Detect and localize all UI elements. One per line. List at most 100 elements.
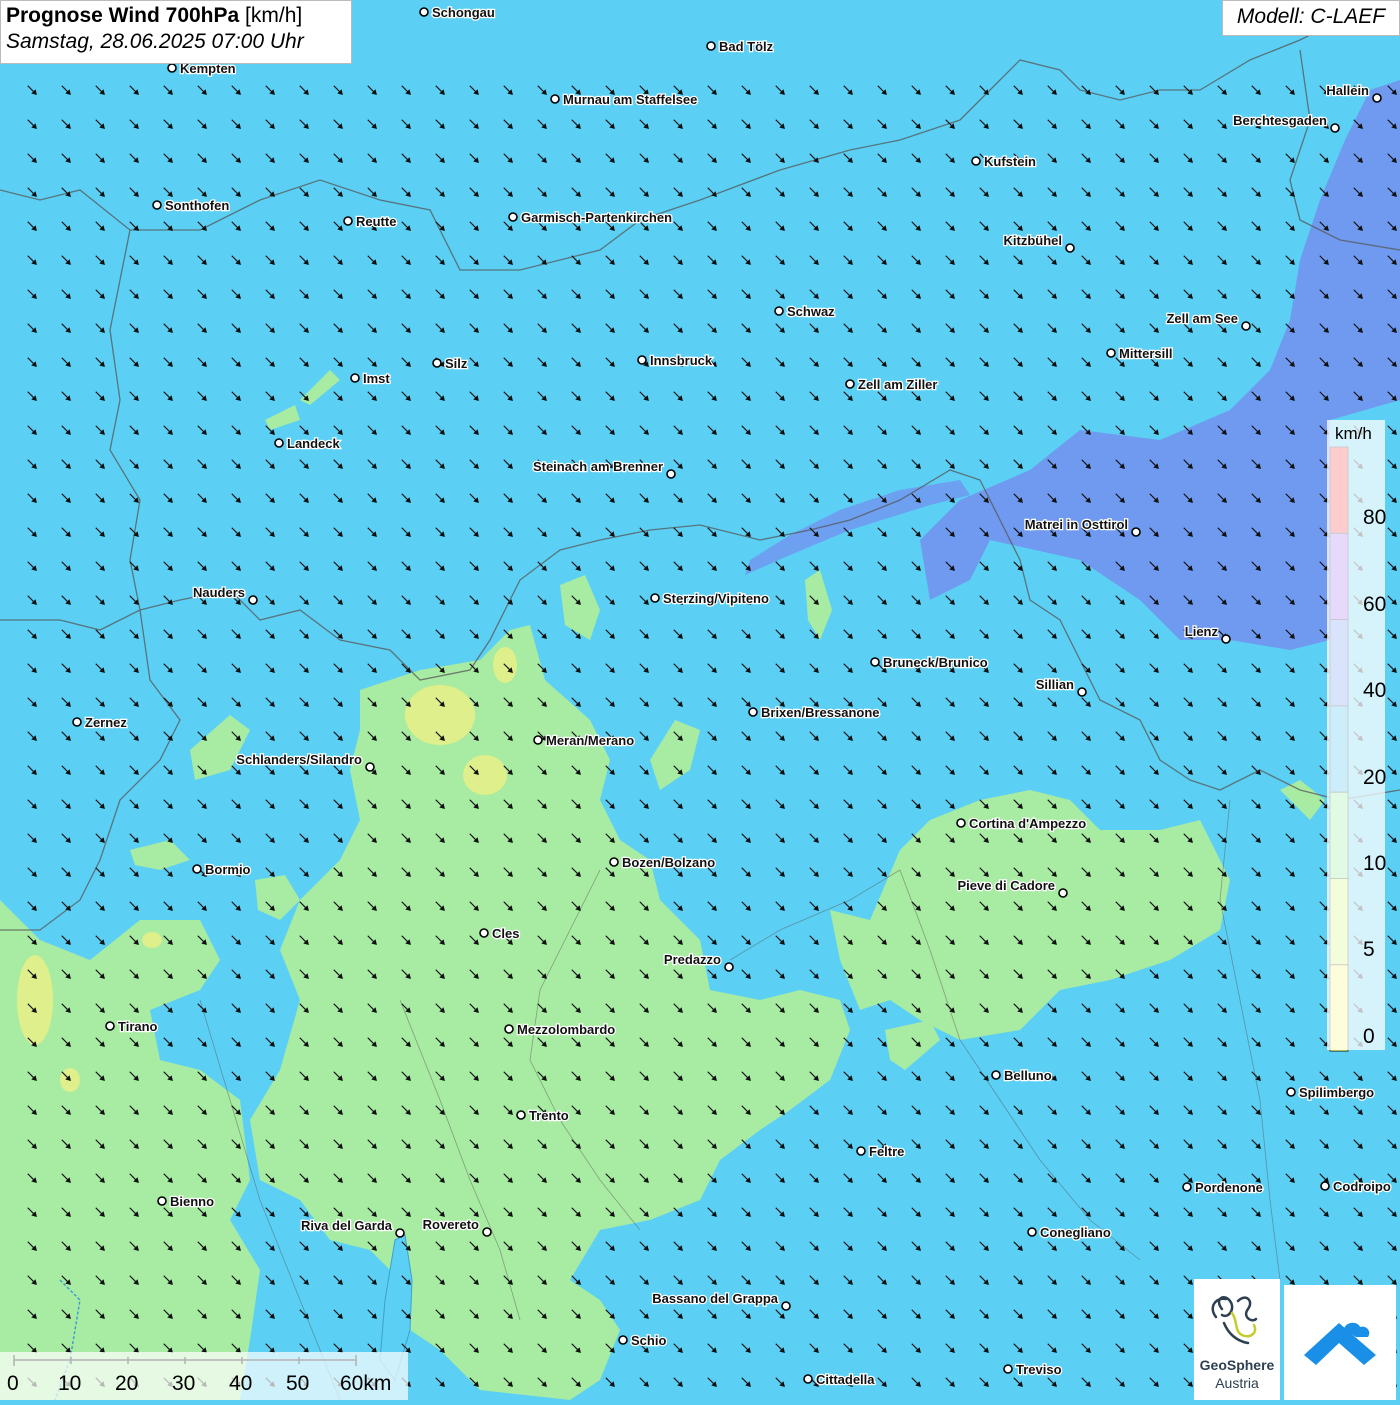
city-label: Imst — [363, 371, 390, 386]
scale-label-10: 10 — [58, 1372, 82, 1395]
weather-app-icon — [1304, 1322, 1376, 1365]
city-dot — [105, 1021, 115, 1031]
map-title: Prognose Wind 700hPa [km/h] — [6, 4, 346, 28]
city-label: Meran/Merano — [546, 733, 634, 748]
city-dot — [650, 593, 660, 603]
city-marker: Conegliano — [1027, 1224, 1112, 1241]
scale-label-0: 0 — [7, 1372, 19, 1395]
city-dot — [365, 762, 375, 772]
legend-unit: km/h — [1335, 424, 1372, 443]
city-dot — [991, 1070, 1001, 1080]
city-label: Treviso — [1016, 1362, 1062, 1377]
city-label: Mezzolombardo — [517, 1022, 615, 1037]
city-dot — [1286, 1087, 1296, 1097]
city-label: Pordenone — [1195, 1180, 1263, 1195]
city-label: Silz — [445, 356, 468, 371]
city-dot — [395, 1228, 405, 1238]
city-marker: Murnau am Staffelsee — [550, 91, 699, 108]
city-dot — [419, 7, 429, 17]
city-dot — [870, 657, 880, 667]
city-label: Matrei in Osttirol — [1025, 517, 1128, 532]
city-dot — [274, 438, 284, 448]
city-label: Belluno — [1004, 1068, 1052, 1083]
city-label: Bad Tölz — [719, 39, 774, 54]
weak-wind-patch-6 — [142, 932, 162, 948]
city-marker: Brixen/Bressanone — [748, 704, 881, 721]
scale-label-60km: 60km — [340, 1372, 392, 1395]
city-label: Bormio — [205, 862, 251, 877]
city-label: Brixen/Bressanone — [761, 705, 880, 720]
city-label: Kufstein — [984, 154, 1036, 169]
city-dot — [192, 864, 202, 874]
city-marker: Bozen/Bolzano — [609, 854, 716, 871]
legend-label-10: 10 — [1363, 852, 1387, 875]
city-label: Bassano del Grappa — [652, 1291, 778, 1306]
geosphere-logo-line2: Austria — [1215, 1375, 1259, 1391]
city-dot — [72, 717, 82, 727]
city-label: Nauders — [193, 585, 245, 600]
city-label: Feltre — [869, 1144, 904, 1159]
city-label: Schongau — [432, 5, 495, 20]
geosphere-swirl-icon — [1211, 1296, 1258, 1345]
legend-label-40: 40 — [1363, 679, 1387, 702]
city-dot — [1003, 1364, 1013, 1374]
weather-app-logo[interactable] — [1284, 1285, 1396, 1400]
city-dot — [343, 216, 353, 226]
city-label: Riva del Garda — [301, 1218, 393, 1233]
legend: km/h 80 60 40 20 10 5 0 — [1327, 420, 1387, 1050]
city-dot — [971, 156, 981, 166]
city-dot — [508, 212, 518, 222]
city-dot — [803, 1374, 813, 1384]
scale-label-40: 40 — [229, 1372, 253, 1395]
model-label: Modell: C-LAEF — [1222, 0, 1400, 36]
geosphere-logo[interactable]: GeoSphere Austria — [1194, 1279, 1280, 1400]
city-label: Mittersill — [1119, 346, 1172, 361]
city-dot — [516, 1110, 526, 1120]
city-label: Spilimbergo — [1299, 1085, 1374, 1100]
city-dot — [956, 818, 966, 828]
city-label: Cortina d'Ampezzo — [969, 816, 1086, 831]
city-dot — [479, 928, 489, 938]
city-label: Reutte — [356, 214, 396, 229]
city-label: Schlanders/Silandro — [236, 752, 362, 767]
city-label: Tirano — [118, 1019, 158, 1034]
city-marker: Meran/Merano — [533, 732, 635, 749]
city-dot — [706, 41, 716, 51]
city-dot — [1221, 634, 1231, 644]
city-marker: Zell am Ziller — [845, 376, 939, 393]
city-label: Bruneck/Brunico — [883, 655, 988, 670]
city-dot — [1131, 527, 1141, 537]
city-dot — [1182, 1182, 1192, 1192]
city-label: Berchtesgaden — [1233, 113, 1327, 128]
city-dot — [157, 1196, 167, 1206]
city-label: Zell am See — [1166, 311, 1238, 326]
geosphere-logo-line1: GeoSphere — [1199, 1357, 1275, 1373]
city-dot — [1372, 93, 1382, 103]
city-dot — [167, 63, 177, 73]
city-dot — [1241, 321, 1251, 331]
city-dot — [1065, 243, 1075, 253]
scale-label-50: 50 — [286, 1372, 310, 1395]
city-marker: Pordenone — [1182, 1179, 1264, 1196]
city-marker: Sonthofen — [152, 197, 231, 214]
city-dot — [1058, 888, 1068, 898]
city-dot — [1320, 1181, 1330, 1191]
city-dot — [1106, 348, 1116, 358]
city-label: Zell am Ziller — [858, 377, 937, 392]
city-dot — [482, 1227, 492, 1237]
city-label: Cittadella — [816, 1372, 875, 1387]
city-marker: Spilimbergo — [1286, 1084, 1375, 1101]
city-label: Pieve di Cadore — [957, 878, 1055, 893]
city-label: Sonthofen — [165, 198, 229, 213]
city-dot — [666, 469, 676, 479]
city-dot — [637, 355, 647, 365]
city-marker: Mezzolombardo — [504, 1021, 617, 1038]
city-dot — [1330, 123, 1340, 133]
city-dot — [856, 1146, 866, 1156]
city-label: Sterzing/Vipiteno — [663, 591, 769, 606]
city-label: Codroipo — [1333, 1179, 1391, 1194]
city-label: Hallein — [1326, 83, 1369, 98]
city-dot — [618, 1335, 628, 1345]
city-dot — [504, 1024, 514, 1034]
map-title-unit: [km/h] — [245, 4, 303, 27]
